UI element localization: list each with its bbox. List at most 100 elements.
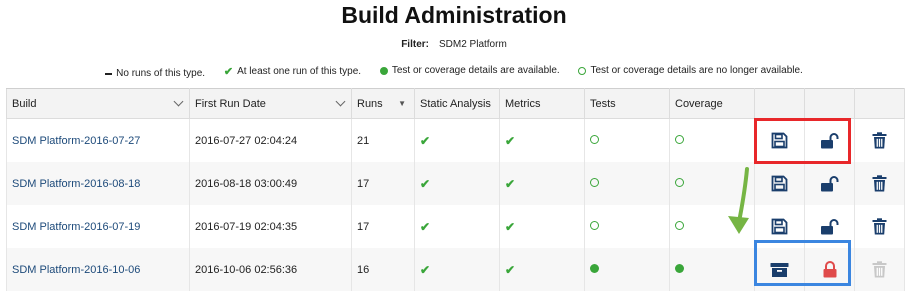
table-row: SDM Platform-2016-07-19 2016-07-19 02:04… bbox=[6, 205, 905, 248]
build-name-link[interactable]: SDM Platform-2016-10-06 bbox=[6, 248, 190, 291]
check-icon: ✔ bbox=[420, 133, 431, 148]
filter-label: Filter: bbox=[401, 39, 429, 50]
delete-cell bbox=[854, 205, 905, 248]
trash-icon bbox=[872, 261, 887, 278]
column-header-lock bbox=[804, 88, 855, 119]
legend-item-details-unavailable: Test or coverage details are no longer a… bbox=[578, 65, 803, 76]
first-run-date: 2016-07-27 02:04:24 bbox=[189, 118, 352, 162]
legend-item-one-run: ✔ At least one run of this type. bbox=[224, 66, 361, 77]
unlock-icon[interactable] bbox=[820, 218, 839, 234]
legend-text: At least one run of this type. bbox=[237, 66, 362, 77]
column-label: First Run Date bbox=[195, 97, 266, 110]
hollow-dot-icon bbox=[578, 66, 587, 75]
check-icon: ✔ bbox=[505, 262, 516, 277]
column-header-first-run-date[interactable]: First Run Date bbox=[189, 88, 352, 119]
metrics-cell: ✔ bbox=[499, 248, 585, 291]
static-analysis-cell: ✔ bbox=[414, 162, 500, 205]
check-icon: ✔ bbox=[420, 219, 431, 234]
legend-text: No runs of this type. bbox=[116, 68, 206, 79]
first-run-date: 2016-10-06 02:56:36 bbox=[189, 248, 352, 291]
filled-dot-icon bbox=[379, 66, 388, 75]
column-label: Metrics bbox=[505, 97, 541, 110]
chevron-down-icon[interactable] bbox=[335, 96, 346, 107]
column-label: Tests bbox=[590, 97, 616, 110]
check-icon: ✔ bbox=[420, 262, 431, 277]
column-header-metrics: Metrics bbox=[499, 88, 585, 119]
tests-cell bbox=[584, 248, 670, 291]
filled-dot-icon[interactable] bbox=[675, 263, 684, 273]
table-header-row: Build First Run Date Runs ▼ Static Analys… bbox=[6, 88, 905, 119]
column-header-tests: Tests bbox=[584, 88, 670, 119]
coverage-cell bbox=[669, 205, 755, 248]
legend-item-no-runs: No runs of this type. bbox=[105, 68, 205, 79]
unlock-icon[interactable] bbox=[820, 132, 839, 148]
lock-cell bbox=[804, 162, 855, 205]
trash-icon[interactable] bbox=[872, 218, 887, 235]
filter-value: SDM2 Platform bbox=[438, 39, 507, 50]
runs-count: 16 bbox=[351, 248, 415, 291]
column-label: Build bbox=[12, 97, 37, 110]
archive-box-icon[interactable] bbox=[770, 262, 789, 277]
legend-text: Test or coverage details are available. bbox=[391, 65, 560, 76]
lock-icon[interactable] bbox=[822, 261, 838, 278]
check-icon: ✔ bbox=[505, 133, 516, 148]
coverage-cell bbox=[669, 162, 755, 205]
column-label: Static Analysis bbox=[420, 97, 491, 110]
unlock-icon[interactable] bbox=[820, 175, 839, 191]
filled-dot-icon[interactable] bbox=[590, 263, 599, 273]
build-table: Build First Run Date Runs ▼ Static Analys… bbox=[6, 88, 905, 291]
hollow-dot-icon bbox=[675, 220, 684, 230]
delete-cell bbox=[854, 248, 905, 291]
delete-cell bbox=[854, 162, 905, 205]
legend-item-details-available: Test or coverage details are available. bbox=[379, 65, 560, 76]
chevron-down-icon[interactable] bbox=[173, 96, 184, 107]
column-header-runs[interactable]: Runs ▼ bbox=[351, 88, 415, 119]
delete-cell bbox=[854, 118, 905, 162]
save-icon[interactable] bbox=[771, 218, 788, 235]
save-icon[interactable] bbox=[771, 175, 788, 192]
column-label: Runs bbox=[357, 97, 383, 110]
hollow-dot-icon bbox=[675, 134, 684, 144]
column-header-archive bbox=[754, 88, 805, 119]
tests-cell bbox=[584, 205, 670, 248]
table-row: SDM Platform-2016-10-06 2016-10-06 02:56… bbox=[6, 248, 905, 291]
runs-count: 17 bbox=[351, 205, 415, 248]
hollow-dot-icon bbox=[590, 177, 599, 187]
dash-icon bbox=[105, 72, 113, 75]
filter-line: Filter: SDM2 Platform bbox=[0, 39, 908, 50]
tests-cell bbox=[584, 118, 670, 162]
hollow-dot-icon bbox=[590, 134, 599, 144]
first-run-date: 2016-08-18 03:00:49 bbox=[189, 162, 352, 205]
table-row: SDM Platform-2016-08-18 2016-08-18 03:00… bbox=[6, 162, 905, 205]
runs-count: 21 bbox=[351, 118, 415, 162]
lock-cell bbox=[804, 118, 855, 162]
build-name-link[interactable]: SDM Platform-2016-08-18 bbox=[6, 162, 190, 205]
coverage-cell bbox=[669, 118, 755, 162]
build-name-link[interactable]: SDM Platform-2016-07-27 bbox=[6, 118, 190, 162]
archive-cell bbox=[754, 162, 805, 205]
metrics-cell: ✔ bbox=[499, 162, 585, 205]
column-header-coverage: Coverage bbox=[669, 88, 755, 119]
build-name-link[interactable]: SDM Platform-2016-07-19 bbox=[6, 205, 190, 248]
save-icon[interactable] bbox=[771, 132, 788, 149]
static-analysis-cell: ✔ bbox=[414, 205, 500, 248]
static-analysis-cell: ✔ bbox=[414, 118, 500, 162]
first-run-date: 2016-07-19 02:04:35 bbox=[189, 205, 352, 248]
archive-cell bbox=[754, 248, 805, 291]
archive-cell bbox=[754, 118, 805, 162]
trash-icon[interactable] bbox=[872, 132, 887, 149]
column-header-static-analysis: Static Analysis bbox=[414, 88, 500, 119]
sort-descending-icon[interactable]: ▼ bbox=[398, 99, 406, 108]
trash-icon[interactable] bbox=[872, 175, 887, 192]
static-analysis-cell: ✔ bbox=[414, 248, 500, 291]
runs-count: 17 bbox=[351, 162, 415, 205]
metrics-cell: ✔ bbox=[499, 118, 585, 162]
legend-text: Test or coverage details are no longer a… bbox=[590, 65, 803, 76]
legend: No runs of this type. ✔ At least one run… bbox=[0, 65, 908, 79]
lock-cell bbox=[804, 248, 855, 291]
column-header-build[interactable]: Build bbox=[6, 88, 190, 119]
check-icon: ✔ bbox=[505, 219, 516, 234]
column-header-delete bbox=[854, 88, 905, 119]
hollow-dot-icon bbox=[590, 220, 599, 230]
tests-cell bbox=[584, 162, 670, 205]
